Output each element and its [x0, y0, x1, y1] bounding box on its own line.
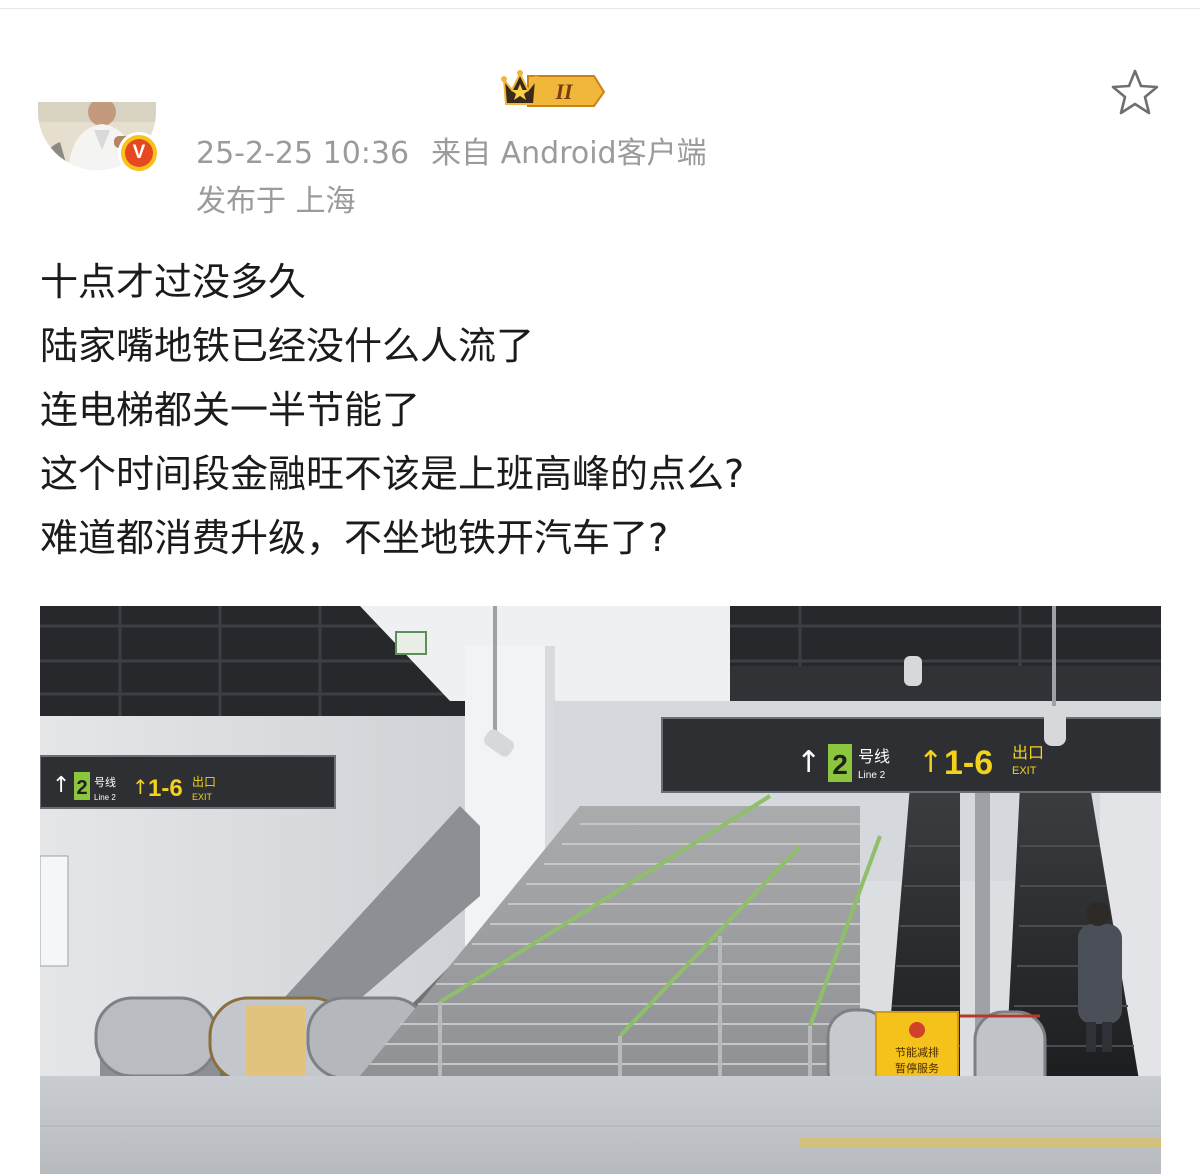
post-image[interactable]: 节能减排 暂停服务 ↑ 2 号线 Line 2 ↑ 1-6 出口 EXIT ↑	[40, 606, 1161, 1174]
post-line: 难道都消费升级，不坐地铁开汽车了?	[40, 516, 669, 560]
left-sign-line-en: Line 2	[94, 793, 116, 802]
left-sign-exit-cn: 出口	[192, 775, 216, 789]
badge-level-text: II	[554, 79, 574, 104]
post-line: 十点才过没多久	[40, 260, 307, 304]
svg-text:↑: ↑	[796, 745, 821, 780]
crown-badge-icon[interactable]: II	[498, 68, 606, 110]
svg-text:↑: ↑	[918, 745, 943, 780]
post-line: 陆家嘴地铁已经没什么人流了	[40, 324, 535, 368]
left-sign-line-number: 2	[76, 777, 87, 799]
post-body: 十点才过没多久 陆家嘴地铁已经没什么人流了 连电梯都关一半节能了 这个时间段金融…	[40, 250, 1170, 570]
verified-badge-letter: V	[125, 139, 153, 167]
right-sign-line-label: 号线	[858, 747, 890, 766]
star-icon[interactable]	[1108, 66, 1162, 120]
top-divider	[0, 8, 1200, 9]
right-sign-exit-range: 1-6	[944, 744, 993, 782]
post-timestamp: 25-2-25 10:36	[196, 136, 410, 171]
post-meta: 25-2-25 10:36 来自 Android客户端	[196, 128, 707, 172]
svg-text:↑: ↑	[132, 775, 149, 799]
notice-line1: 节能减排	[895, 1045, 939, 1059]
svg-text:↑: ↑	[52, 773, 70, 798]
left-sign-line-label: 号线	[94, 775, 116, 789]
verified-badge-icon: V	[118, 132, 160, 174]
post-line: 连电梯都关一半节能了	[40, 388, 421, 432]
post-location: 发布于 上海	[196, 184, 356, 219]
post-source: 来自 Android客户端	[431, 136, 707, 171]
notice-line2: 暂停服务	[895, 1061, 939, 1075]
right-sign-exit-cn: 出口	[1012, 743, 1044, 762]
right-sign-exit-en: EXIT	[1012, 765, 1037, 777]
right-sign-line-en: Line 2	[858, 770, 886, 781]
left-sign-exit-en: EXIT	[192, 792, 213, 802]
exit-sign-right: ↑ 2 号线 Line 2 ↑ 1-6 出口 EXIT	[661, 717, 1161, 793]
right-sign-line-number: 2	[832, 749, 848, 780]
exit-sign-left: ↑ 2 号线 Line 2 ↑ 1-6 出口 EXIT	[40, 755, 336, 809]
post-line: 这个时间段金融旺不该是上班高峰的点么?	[40, 452, 745, 496]
left-sign-exit-range: 1-6	[148, 775, 183, 802]
